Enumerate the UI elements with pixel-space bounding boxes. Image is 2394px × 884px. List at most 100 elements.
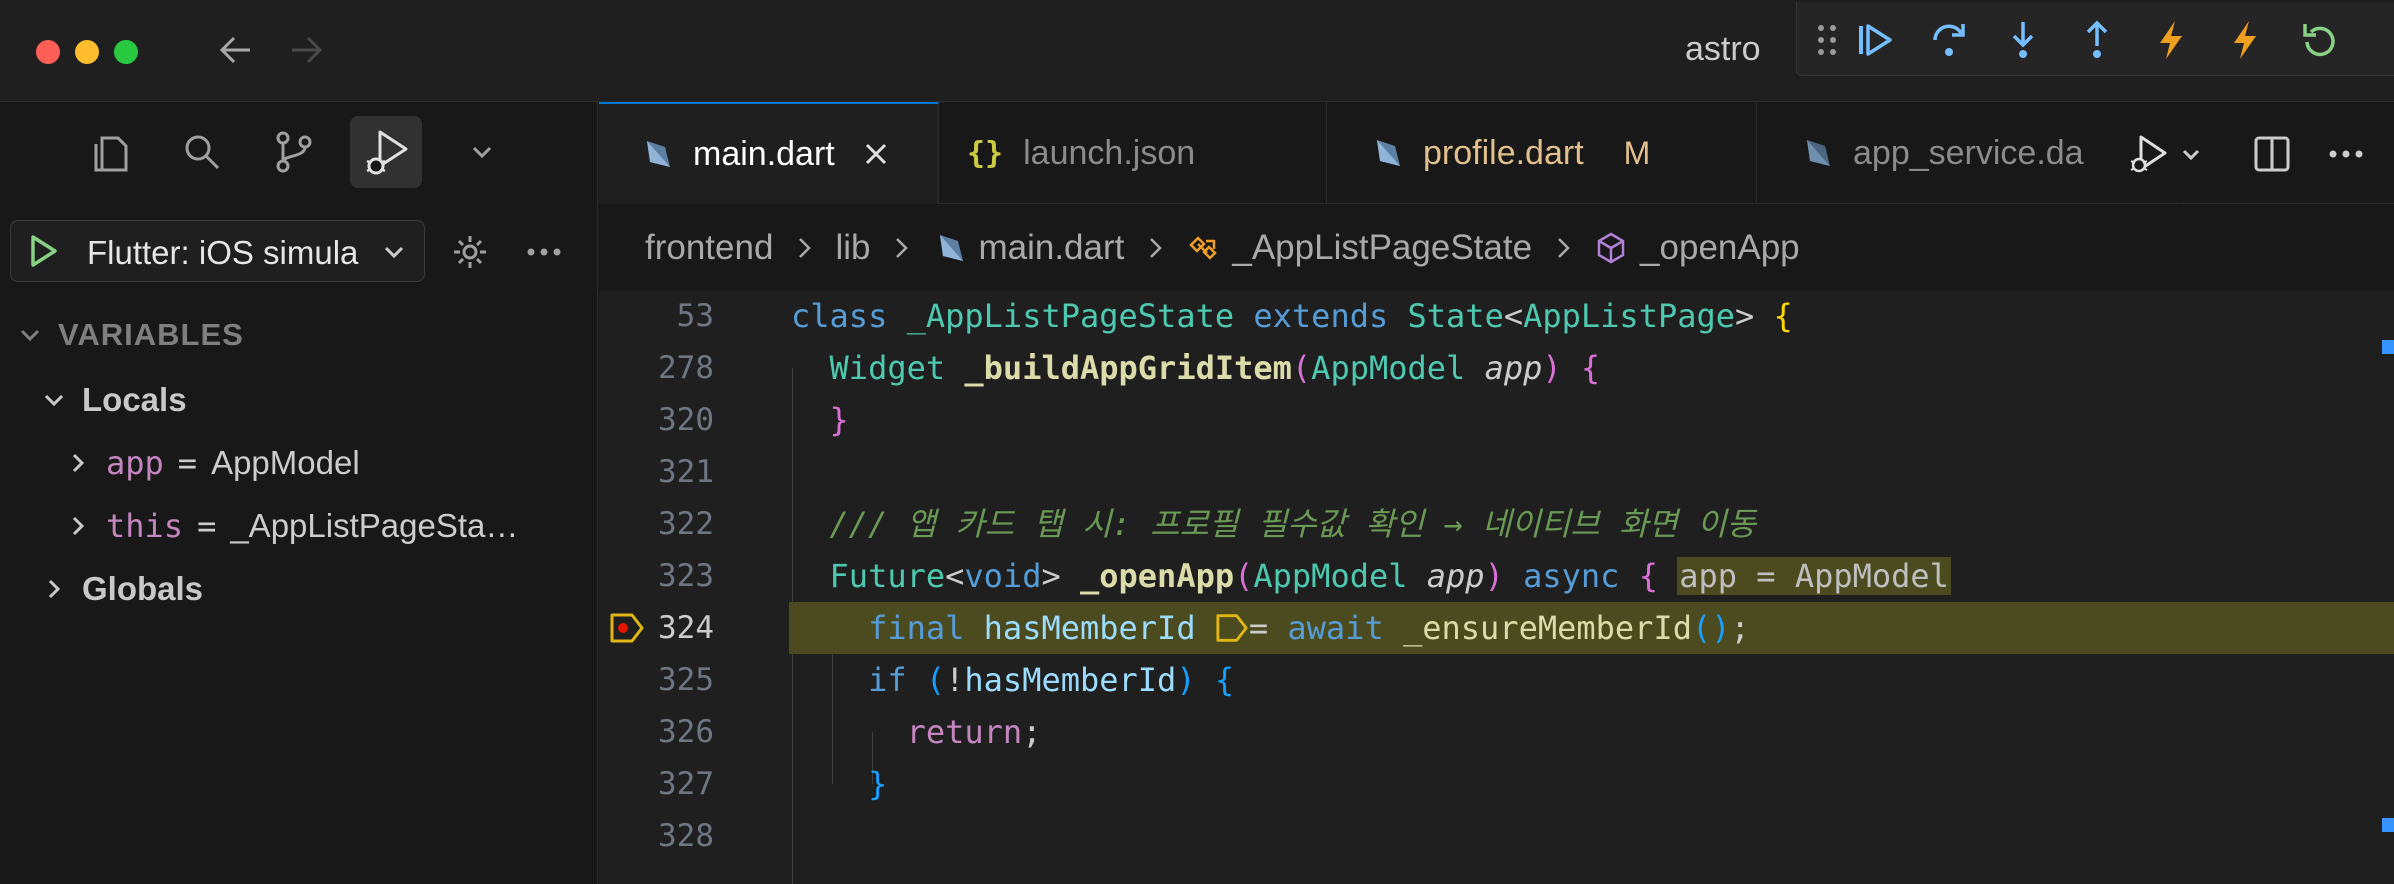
variable-name: app (106, 444, 164, 482)
code-text: Widget _buildAppGridItem(AppModel app) { (829, 349, 1601, 387)
tab-label: launch.json (1023, 133, 1196, 172)
locals-scope[interactable]: Locals (42, 373, 187, 427)
method-symbol-icon (1597, 232, 1625, 264)
split-editor-icon[interactable] (2250, 132, 2294, 176)
search-icon[interactable] (166, 116, 238, 188)
line-number: 328 (658, 818, 714, 854)
breadcrumb-item[interactable]: lib (835, 228, 870, 268)
dart-file-icon (940, 235, 964, 261)
line-number: 325 (658, 662, 714, 698)
start-debugging-icon[interactable] (25, 233, 61, 269)
globals-scope[interactable]: Globals (42, 562, 203, 616)
explorer-icon[interactable] (74, 116, 146, 188)
restart-icon[interactable] (2291, 12, 2347, 68)
code-text: } (868, 765, 888, 803)
chevron-down-icon[interactable] (379, 237, 409, 267)
continue-icon[interactable] (1847, 12, 1903, 68)
chevron-down-icon (44, 394, 64, 407)
gear-icon[interactable] (446, 228, 494, 276)
code-line[interactable]: 323 Future<void> _openApp(AppModel app) … (599, 550, 2394, 602)
source-control-icon[interactable] (258, 116, 330, 188)
editor-actions (2104, 102, 2394, 202)
run-debug-icon[interactable] (2118, 132, 2178, 176)
code-line[interactable]: 320 } (599, 394, 2394, 446)
code-text: } (829, 401, 849, 439)
chevron-right-icon (48, 579, 61, 599)
step-into-icon[interactable] (1995, 12, 2051, 68)
tab-label: profile.dart (1423, 133, 1584, 172)
line-number: 327 (658, 766, 714, 802)
code-line[interactable]: 53 class _AppListPageState extends State… (599, 290, 2394, 342)
json-file-icon: {} (967, 135, 1004, 171)
tab-label: main.dart (693, 134, 835, 173)
more-actions-icon[interactable] (2324, 132, 2368, 176)
chevron-down-icon[interactable] (446, 116, 518, 188)
window-title: astro (1685, 30, 1761, 68)
chevron-right-icon (896, 238, 909, 258)
code-line[interactable]: 321 (599, 446, 2394, 498)
chevron-right-icon (72, 516, 85, 536)
dart-file-icon (1377, 140, 1400, 166)
line-number: 324 (658, 610, 714, 646)
variables-header: VARIABLES (58, 317, 244, 352)
code-line[interactable]: 278 Widget _buildAppGridItem(AppModel ap… (599, 342, 2394, 394)
code-line[interactable]: 326 return; (599, 706, 2394, 758)
chevron-down-icon[interactable] (2176, 132, 2206, 176)
back-arrow-icon[interactable] (214, 28, 258, 72)
variable-row[interactable]: app = AppModel (66, 436, 360, 490)
close-icon[interactable] (861, 139, 891, 169)
step-over-icon[interactable] (1921, 12, 1977, 68)
code-line[interactable]: 325 if (!hasMemberId) { (599, 654, 2394, 706)
step-out-icon[interactable] (2069, 12, 2125, 68)
variable-value: AppModel (211, 444, 360, 481)
code-text: Future<void> _openApp(AppModel app) asyn… (829, 557, 1951, 595)
variable-value: _AppListPageSta… (230, 507, 519, 544)
code-text: if (!hasMemberId) { (868, 661, 1235, 699)
overview-ruler-mark (2382, 340, 2394, 354)
tab-label: app_service.da (1853, 133, 2084, 172)
breadcrumb-item[interactable]: _AppListPageState (1232, 228, 1532, 268)
current-execution-line[interactable]: 324 final hasMemberId = await _ensureMem… (599, 602, 2394, 654)
line-number: 278 (658, 350, 714, 386)
code-text: /// 앱 카드 탭 시: 프로필 필수값 확인 → 네이티브 화면 이동 (829, 505, 1757, 543)
code-line[interactable]: 322 /// 앱 카드 탭 시: 프로필 필수값 확인 → 네이티브 화면 이… (599, 498, 2394, 550)
close-window-button[interactable] (36, 40, 60, 64)
editor-tab-bar: main.dart {} launch.json profile.dart M … (599, 102, 2394, 204)
code-editor[interactable]: 53 class _AppListPageState extends State… (599, 290, 2394, 884)
tab-launch-json[interactable]: {} launch.json (939, 102, 1327, 204)
maximize-window-button[interactable] (114, 40, 138, 64)
debug-toolbar (1796, 2, 2394, 76)
modified-badge: M (1623, 134, 1651, 171)
variables-section-header[interactable]: VARIABLES (18, 308, 244, 362)
inline-value: app = AppModel (1677, 557, 1951, 595)
run-debug-sidebar: Flutter: iOS simula VARIABLES Locals app… (0, 102, 598, 884)
locals-label: Locals (82, 381, 187, 418)
inline-breakpoint-icon[interactable] (1215, 611, 1249, 645)
run-debug-icon[interactable] (350, 116, 422, 188)
tab-profile-dart[interactable]: profile.dart M (1327, 102, 1757, 204)
drag-handle-icon[interactable] (1807, 12, 1847, 68)
chevron-right-icon (1558, 238, 1570, 258)
code-line[interactable]: 327 } (599, 758, 2394, 810)
overview-ruler-mark (2382, 818, 2394, 832)
line-number: 321 (658, 454, 714, 490)
launch-config-label[interactable]: Flutter: iOS simula (87, 234, 377, 272)
chevron-right-icon (799, 238, 812, 258)
breadcrumb: frontend lib main.dart _AppListPageState… (599, 215, 1800, 281)
line-number: 53 (676, 298, 714, 334)
variable-row[interactable]: this = _AppListPageSta… (66, 499, 518, 553)
hot-reload-icon[interactable] (2143, 12, 2199, 68)
code-line[interactable]: 328 (599, 810, 2394, 862)
forward-arrow-icon[interactable] (284, 28, 328, 72)
equals-sign: = (197, 507, 217, 545)
chevron-down-icon (20, 329, 40, 342)
code-text: class _AppListPageState extends State<Ap… (791, 297, 1793, 335)
launch-config-selector[interactable]: Flutter: iOS simula (10, 220, 425, 282)
hot-restart-icon[interactable] (2217, 12, 2273, 68)
breadcrumb-item[interactable]: _openApp (1640, 228, 1800, 268)
minimize-window-button[interactable] (75, 40, 99, 64)
breadcrumb-item[interactable]: main.dart (978, 228, 1124, 268)
tab-main-dart[interactable]: main.dart (599, 102, 939, 204)
more-actions-icon[interactable] (520, 228, 568, 276)
breadcrumb-item[interactable]: frontend (645, 228, 773, 268)
